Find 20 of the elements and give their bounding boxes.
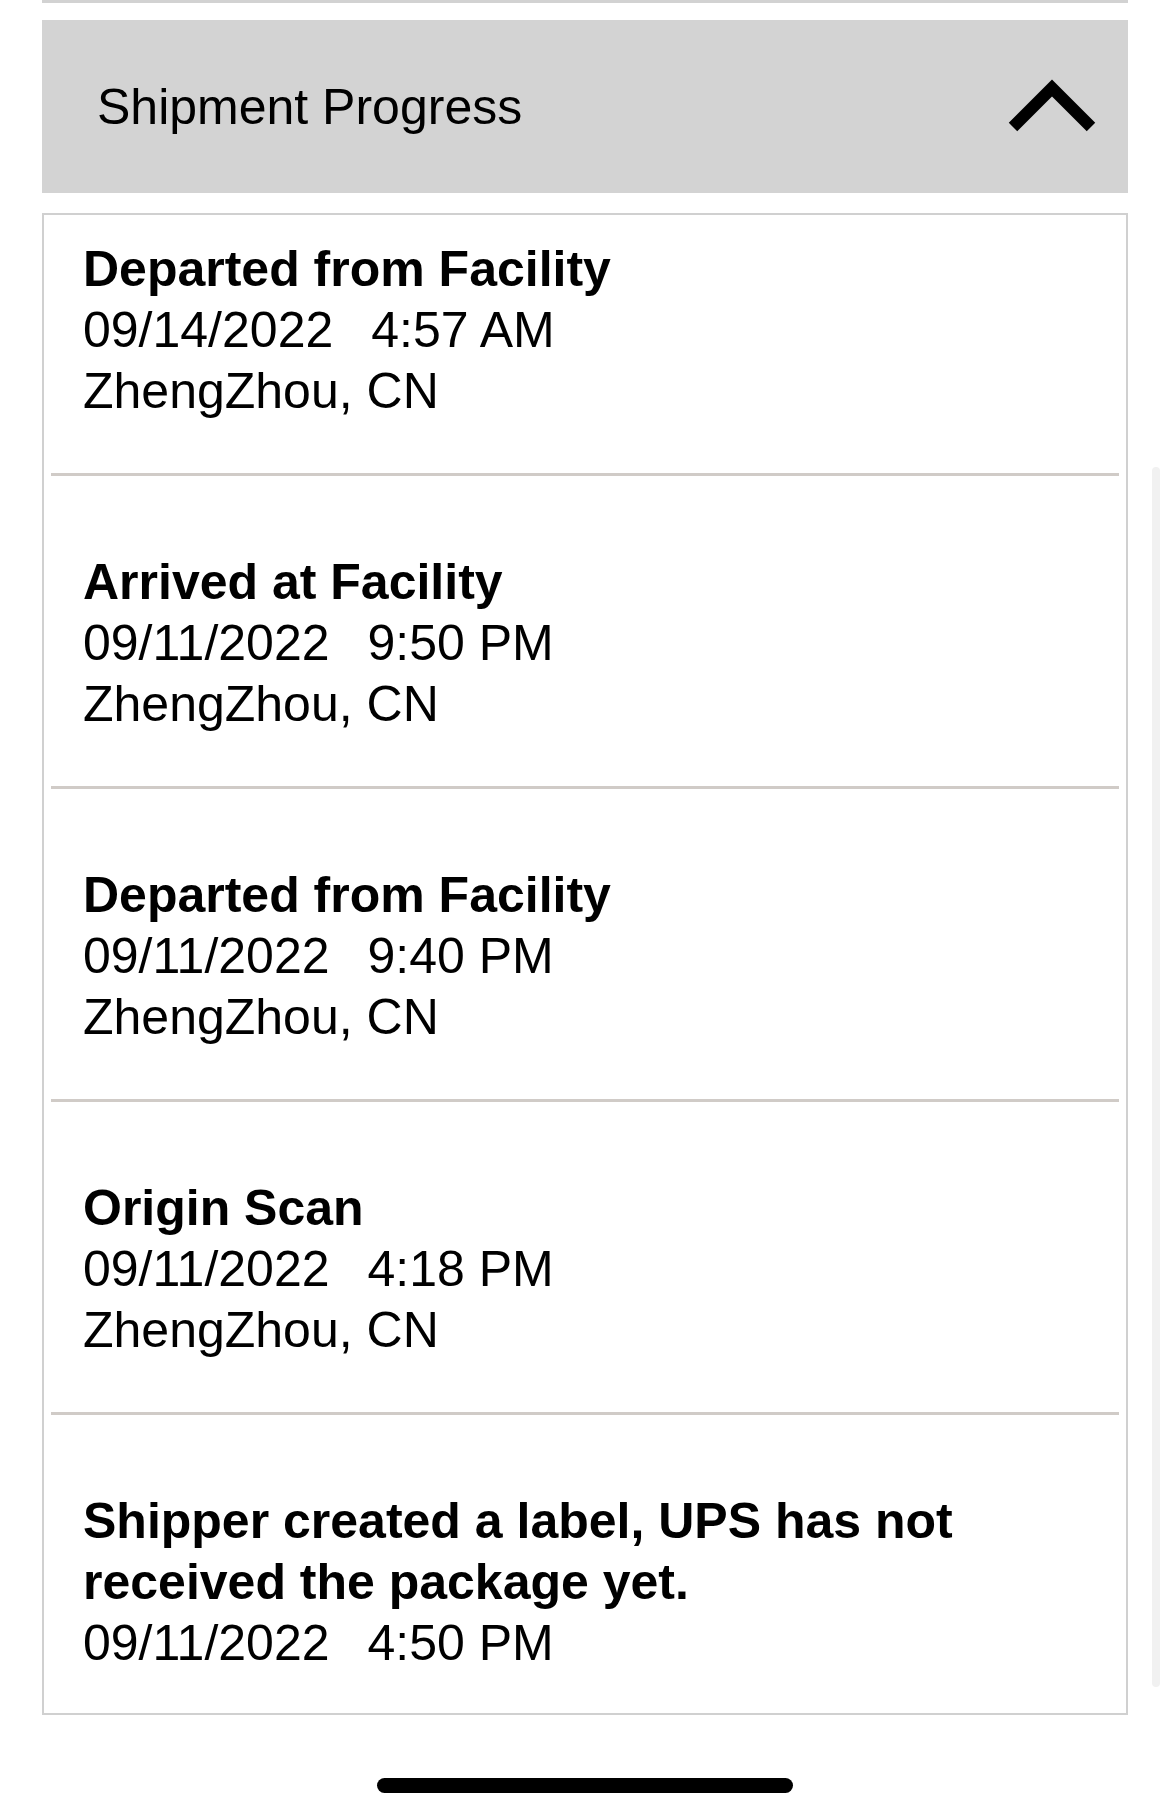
event-location: ZhengZhou, CN (83, 988, 440, 1047)
event-location: ZhengZhou, CN (83, 1301, 440, 1360)
event-time: 4:50 PM (367, 1614, 554, 1673)
event-date: 09/11/2022 (83, 927, 330, 986)
event-location: ZhengZhou, CN (83, 675, 440, 734)
event-status: Shipper created a label, UPS has not received the package yet. (83, 1492, 954, 1612)
event-time: 4:57 AM (371, 301, 555, 360)
event-time: 9:50 PM (367, 614, 554, 673)
event-date: 09/14/2022 (83, 301, 334, 360)
event-time: 9:40 PM (367, 927, 554, 986)
event-time: 4:18 PM (367, 1240, 554, 1299)
event-date: 09/11/2022 (83, 614, 330, 673)
event-status: Departed from Facility (83, 866, 612, 925)
event-status: Arrived at Facility (83, 553, 504, 612)
event-status: Origin Scan (83, 1179, 365, 1238)
event-location: ZhengZhou, CN (83, 362, 440, 421)
section-header-button[interactable]: Shipment Progress (42, 20, 1128, 193)
event-date: 09/11/2022 (83, 1240, 330, 1299)
event-status: Departed from Facility (83, 240, 612, 299)
event-date: 09/11/2022 (83, 1614, 330, 1673)
